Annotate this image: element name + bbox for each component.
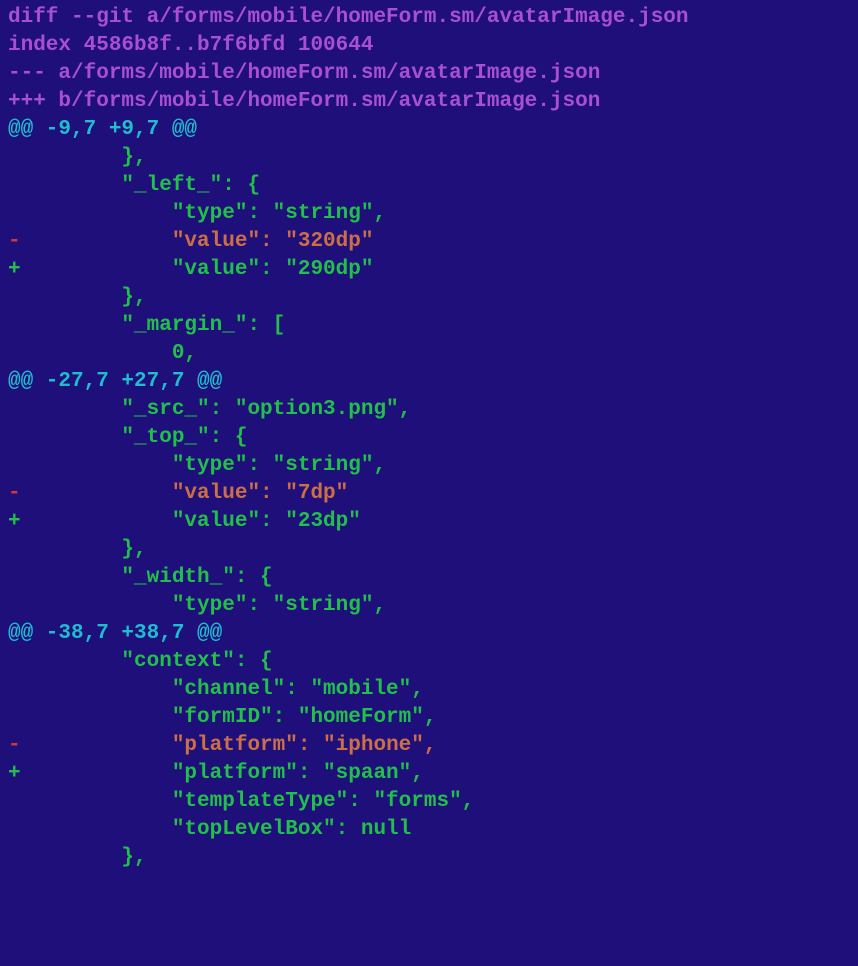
diff-line-ctx: "formID": "homeForm", — [8, 704, 850, 732]
diff-line-del: - "value": "7dp" — [8, 480, 850, 508]
diff-line-del: - "platform": "iphone", — [8, 732, 850, 760]
diff-hunk-header: @@ -38,7 +38,7 @@ — [8, 620, 850, 648]
diff-line-ctx: "context": { — [8, 648, 850, 676]
diff-header-index: index 4586b8f..b7f6bfd 100644 — [8, 32, 850, 60]
diff-line-ctx: "_margin_": [ — [8, 312, 850, 340]
diff-line-ctx: }, — [8, 844, 850, 872]
diff-hunk-header: @@ -9,7 +9,7 @@ — [8, 116, 850, 144]
diff-line-ctx: "channel": "mobile", — [8, 676, 850, 704]
diff-output: diff --git a/forms/mobile/homeForm.sm/av… — [0, 0, 858, 880]
diff-line-ctx: "_top_": { — [8, 424, 850, 452]
diff-line-add: + "platform": "spaan", — [8, 760, 850, 788]
diff-line-ctx: "topLevelBox": null — [8, 816, 850, 844]
diff-line-ctx: "_width_": { — [8, 564, 850, 592]
diff-line-ctx: 0, — [8, 340, 850, 368]
diff-line-ctx: "type": "string", — [8, 200, 850, 228]
diff-hunk-header: @@ -27,7 +27,7 @@ — [8, 368, 850, 396]
diff-line-ctx: "type": "string", — [8, 452, 850, 480]
diff-line-del: - "value": "320dp" — [8, 228, 850, 256]
diff-line-ctx: }, — [8, 144, 850, 172]
diff-line-ctx: }, — [8, 284, 850, 312]
diff-line-ctx: "templateType": "forms", — [8, 788, 850, 816]
diff-line-add: + "value": "290dp" — [8, 256, 850, 284]
diff-line-ctx: "type": "string", — [8, 592, 850, 620]
diff-line-ctx: "_src_": "option3.png", — [8, 396, 850, 424]
diff-header-old: --- a/forms/mobile/homeForm.sm/avatarIma… — [8, 60, 850, 88]
diff-line-ctx: "_left_": { — [8, 172, 850, 200]
diff-line-add: + "value": "23dp" — [8, 508, 850, 536]
diff-header-cmd: diff --git a/forms/mobile/homeForm.sm/av… — [8, 4, 850, 32]
diff-line-ctx: }, — [8, 536, 850, 564]
diff-header-new: +++ b/forms/mobile/homeForm.sm/avatarIma… — [8, 88, 850, 116]
